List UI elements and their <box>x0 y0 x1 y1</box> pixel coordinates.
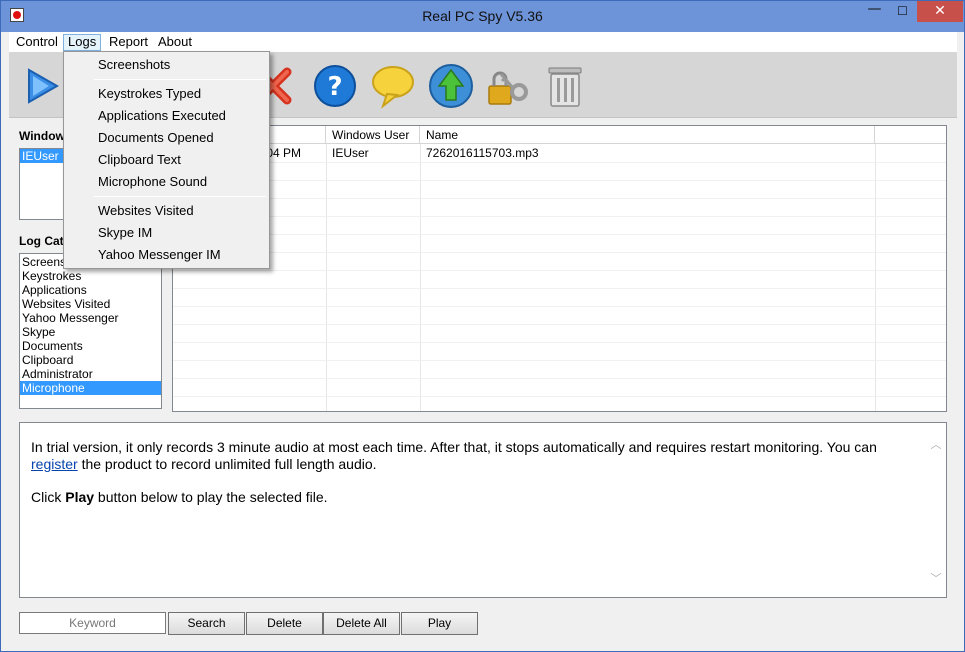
log-categories-list[interactable]: Screens Keystrokes Applications Websites… <box>19 253 162 409</box>
register-link[interactable]: register <box>31 456 78 472</box>
menu-item-documents-opened[interactable]: Documents Opened <box>98 128 214 148</box>
delete-button[interactable]: Delete <box>246 612 323 635</box>
window-title: Real PC Spy V5.36 <box>422 8 543 24</box>
menu-report[interactable]: Report <box>105 34 152 51</box>
column-divider <box>326 144 327 411</box>
list-item[interactable]: Microphone <box>20 381 161 395</box>
app-window: Real PC Spy V5.36 — ☐ ✕ Control Logs Rep… <box>0 0 965 652</box>
help-icon[interactable]: ? <box>311 62 359 110</box>
speech-bubble-icon[interactable] <box>369 62 417 110</box>
play-instruction: Click Play button below to play the sele… <box>31 489 935 506</box>
menu-separator <box>94 79 266 80</box>
list-item[interactable]: Yahoo Messenger <box>20 311 161 325</box>
cell-user[interactable]: IEUser <box>326 145 369 162</box>
minimize-button[interactable]: — <box>861 1 888 22</box>
title-bar[interactable]: Real PC Spy V5.36 — ☐ ✕ <box>1 1 964 32</box>
play-button[interactable]: Play <box>401 612 478 635</box>
log-grid[interactable]: Windows User Name :04 PM IEUser 72620161… <box>172 125 947 412</box>
list-item[interactable]: IEUser <box>20 149 64 163</box>
upload-icon[interactable] <box>427 62 475 110</box>
column-divider <box>875 144 876 411</box>
menu-control[interactable]: Control <box>12 34 62 51</box>
play-instruction-prefix: Click <box>31 489 66 505</box>
trash-icon[interactable] <box>541 62 589 110</box>
menu-item-yahoo-messenger-im[interactable]: Yahoo Messenger IM <box>98 245 221 265</box>
menu-about[interactable]: About <box>154 34 196 51</box>
lock-key-icon[interactable] <box>483 62 531 110</box>
menu-item-keystrokes-typed[interactable]: Keystrokes Typed <box>98 84 201 104</box>
menu-item-websites-visited[interactable]: Websites Visited <box>98 201 194 221</box>
maximize-button[interactable]: ☐ <box>889 1 916 22</box>
list-item[interactable]: Administrator <box>20 367 161 381</box>
list-item[interactable]: Skype <box>20 325 161 339</box>
column-header-windows-user[interactable]: Windows User <box>326 126 420 144</box>
play-instruction-suffix: button below to play the selected file. <box>94 489 328 505</box>
menu-item-clipboard-text[interactable]: Clipboard Text <box>98 150 181 170</box>
menu-item-screenshots[interactable]: Screenshots <box>98 55 170 75</box>
list-item[interactable]: Websites Visited <box>20 297 161 311</box>
cell-name[interactable]: 7262016115703.mp3 <box>420 145 539 162</box>
menu-item-applications-executed[interactable]: Applications Executed <box>98 106 226 126</box>
list-item[interactable]: Keystrokes <box>20 269 161 283</box>
column-header-name[interactable]: Name <box>420 126 875 144</box>
list-item[interactable]: Clipboard <box>20 353 161 367</box>
keyword-input[interactable]: Keyword <box>19 612 166 634</box>
menu-item-microphone-sound[interactable]: Microphone Sound <box>98 172 207 192</box>
grid-header: Windows User Name <box>173 126 946 144</box>
svg-text:?: ? <box>327 72 342 102</box>
trial-notice-text: In trial version, it only records 3 minu… <box>31 439 877 455</box>
column-divider <box>420 144 421 411</box>
play-instruction-bold: Play <box>65 489 95 505</box>
menu-separator <box>94 196 266 197</box>
column-header-extra[interactable] <box>875 126 946 144</box>
bottom-toolbar: Keyword Search Delete Delete All Play <box>19 612 489 636</box>
scroll-up-icon[interactable]: ︿ <box>930 437 942 451</box>
logs-dropdown-menu: Screenshots Keystrokes Typed Application… <box>63 51 270 269</box>
users-panel-label: Window <box>19 129 65 143</box>
menu-bar: Control Logs Report About <box>9 32 957 52</box>
menu-item-skype-im[interactable]: Skype IM <box>98 223 152 243</box>
close-button[interactable]: ✕ <box>917 1 963 22</box>
search-button[interactable]: Search <box>168 612 245 635</box>
menu-logs[interactable]: Logs <box>63 34 102 51</box>
trial-notice-tail: the product to record unlimited full len… <box>77 456 377 472</box>
delete-all-button[interactable]: Delete All <box>323 612 400 635</box>
trial-notice: In trial version, it only records 3 minu… <box>31 439 935 473</box>
list-item[interactable]: Applications <box>20 283 161 297</box>
list-item[interactable]: Documents <box>20 339 161 353</box>
play-icon[interactable] <box>19 62 67 110</box>
scroll-down-icon[interactable]: ﹀ <box>930 571 942 585</box>
info-panel: In trial version, it only records 3 minu… <box>19 422 947 598</box>
